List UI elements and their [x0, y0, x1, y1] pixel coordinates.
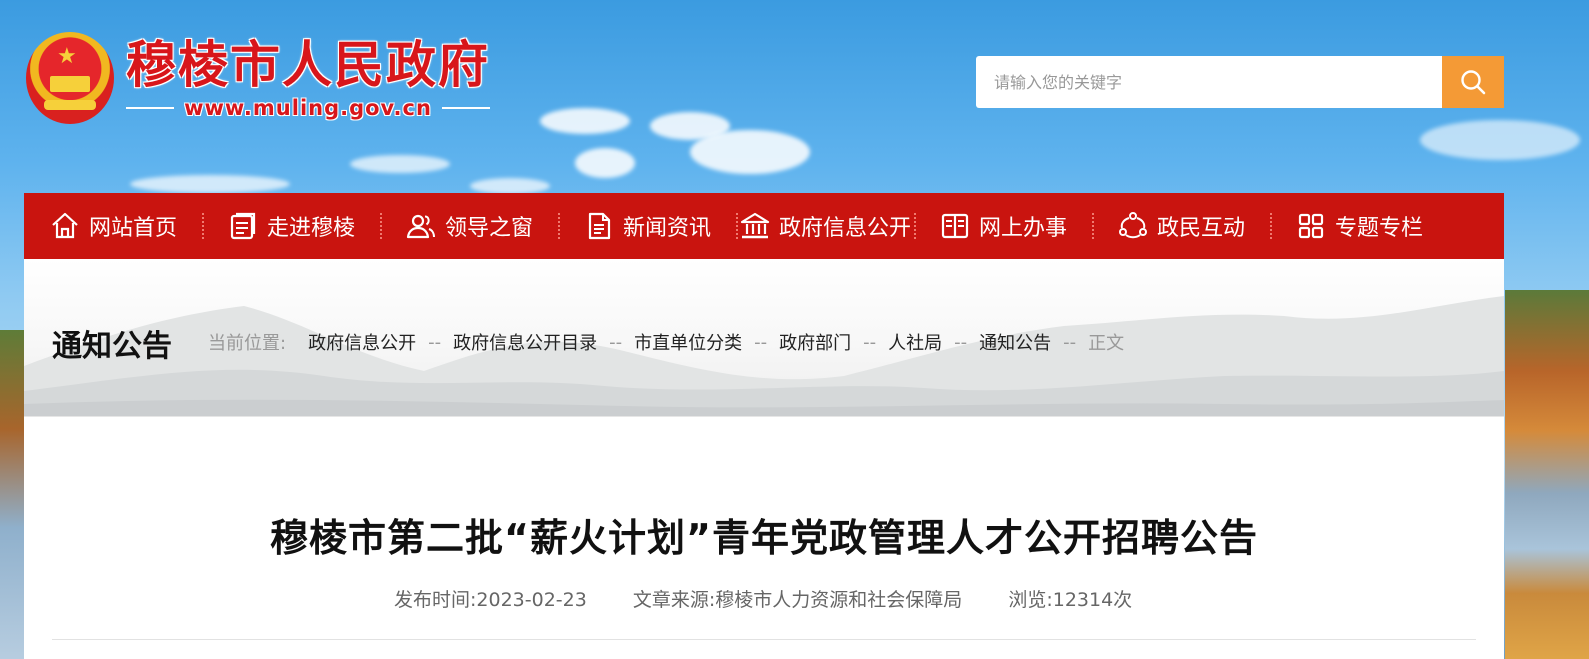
- cloud: [1420, 120, 1580, 160]
- nav-label: 新闻资讯: [622, 216, 711, 241]
- breadcrumb-item[interactable]: 通知公告: [979, 329, 1051, 355]
- breadcrumb: 当前位置: 政府信息公开 -- 政府信息公开目录 -- 市直单位分类 -- 政府…: [208, 329, 1124, 355]
- cloud: [130, 175, 290, 193]
- site-logo[interactable]: ★ 穆棱市人民政府 www.muling.gov.cn: [26, 32, 490, 124]
- content-panel: 通知公告 当前位置: 政府信息公开 -- 政府信息公开目录 -- 市直单位分类 …: [24, 259, 1504, 659]
- nav-label: 领导之窗: [444, 216, 533, 241]
- breadcrumb-separator: --: [1063, 331, 1077, 353]
- national-emblem-icon: ★: [26, 32, 114, 124]
- cloud: [575, 148, 635, 178]
- breadcrumb-separator: --: [863, 331, 877, 353]
- search-input[interactable]: [976, 56, 1442, 108]
- nav-item-interaction[interactable]: 政民互动: [1092, 193, 1270, 259]
- cloud: [470, 178, 550, 194]
- cloud: [540, 108, 630, 134]
- breadcrumb-item[interactable]: 政府部门: [779, 329, 851, 355]
- divider-line: [441, 107, 490, 109]
- cloud: [690, 130, 810, 174]
- breadcrumb-prefix: 当前位置:: [208, 333, 287, 354]
- site-title: 穆棱市人民政府: [126, 36, 490, 94]
- nav-label: 网上办事: [978, 216, 1067, 241]
- search-icon: [1461, 70, 1486, 95]
- breadcrumb-item[interactable]: 市直单位分类: [634, 329, 742, 355]
- breadcrumb-item[interactable]: 政府信息公开: [308, 329, 416, 355]
- nav-item-about[interactable]: 走进穆棱: [202, 193, 380, 259]
- nav-label: 网站首页: [88, 216, 177, 241]
- section-title: 通知公告: [52, 329, 172, 364]
- article-meta: 发布时间:2023-02-23 文章来源:穆棱市人力资源和社会保障局 浏览:12…: [394, 581, 1154, 619]
- site-url: www.muling.gov.cn: [184, 96, 432, 120]
- grid-icon: [1298, 213, 1324, 239]
- nav-label: 专题专栏: [1334, 216, 1423, 241]
- site-name: 穆棱市人民政府 www.muling.gov.cn: [126, 36, 490, 120]
- publish-date: 发布时间:2023-02-23: [394, 589, 587, 611]
- document-list-icon: [230, 212, 256, 240]
- interaction-icon: [1118, 212, 1147, 239]
- breadcrumb-separator: --: [428, 331, 442, 353]
- divider-line: [126, 107, 175, 109]
- book-icon: [941, 213, 969, 239]
- autumn-landscape: [0, 330, 24, 659]
- article-title: 穆棱市第二批“薪火计划”青年党政管理人才公开招聘公告: [270, 516, 1258, 560]
- government-building-icon: [740, 212, 770, 239]
- view-count: 浏览:12314次: [1008, 589, 1133, 611]
- nav-item-topics[interactable]: 专题专栏: [1270, 193, 1448, 259]
- users-icon: [406, 214, 435, 239]
- nav-item-online-services[interactable]: 网上办事: [914, 193, 1092, 259]
- breadcrumb-current: 正文: [1088, 333, 1125, 354]
- nav-item-home[interactable]: 网站首页: [24, 193, 202, 259]
- section-banner: 通知公告 当前位置: 政府信息公开 -- 政府信息公开目录 -- 市直单位分类 …: [24, 259, 1504, 417]
- cloud: [350, 155, 450, 173]
- search-bar: [976, 56, 1504, 108]
- nav-item-news[interactable]: 新闻资讯: [558, 193, 736, 259]
- news-icon: [588, 212, 611, 240]
- main-nav: 网站首页 走进穆棱 领导之窗 新闻资讯 政府信息公开 网上办事 政民互动 专题专…: [24, 193, 1504, 259]
- breadcrumb-item[interactable]: 人社局: [888, 329, 942, 355]
- breadcrumb-separator: --: [754, 331, 768, 353]
- nav-item-leaders[interactable]: 领导之窗: [380, 193, 558, 259]
- site-url-row: www.muling.gov.cn: [126, 96, 490, 120]
- nav-label: 走进穆棱: [266, 216, 355, 241]
- breadcrumb-separator: --: [609, 331, 623, 353]
- nav-item-gov-info[interactable]: 政府信息公开: [736, 193, 914, 259]
- nav-label: 政民互动: [1156, 216, 1245, 241]
- divider: [52, 639, 1476, 640]
- nav-label: 政府信息公开: [778, 216, 911, 241]
- search-button[interactable]: [1442, 56, 1504, 108]
- autumn-landscape: [1505, 290, 1589, 659]
- breadcrumb-separator: --: [954, 331, 968, 353]
- home-icon: [52, 212, 78, 239]
- breadcrumb-item[interactable]: 政府信息公开目录: [453, 329, 597, 355]
- article-source: 文章来源:穆棱市人力资源和社会保障局: [632, 589, 963, 611]
